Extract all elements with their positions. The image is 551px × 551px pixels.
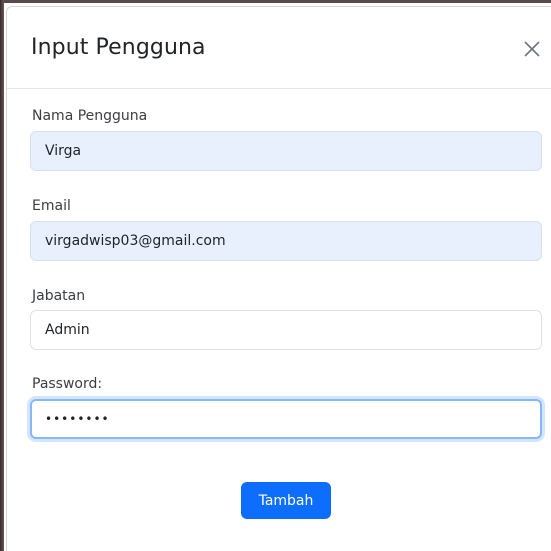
modal-header: Input Pengguna	[7, 7, 551, 89]
modal-title: Input Pengguna	[31, 35, 206, 60]
username-label: Nama Pengguna	[32, 108, 148, 124]
background-edge-left	[0, 0, 4, 551]
close-icon[interactable]	[521, 38, 543, 60]
background-edge-top	[0, 0, 551, 3]
password-label: Password:	[32, 376, 103, 392]
jabatan-input[interactable]	[30, 310, 542, 350]
email-label: Email	[32, 198, 71, 214]
jabatan-label: Jabatan	[32, 288, 86, 304]
username-input[interactable]	[30, 131, 542, 171]
input-user-modal: Input Pengguna Nama Pengguna Email Jabat…	[6, 6, 551, 551]
password-input[interactable]	[30, 399, 542, 439]
tambah-button[interactable]: Tambah	[241, 482, 331, 519]
email-input[interactable]	[30, 221, 542, 261]
